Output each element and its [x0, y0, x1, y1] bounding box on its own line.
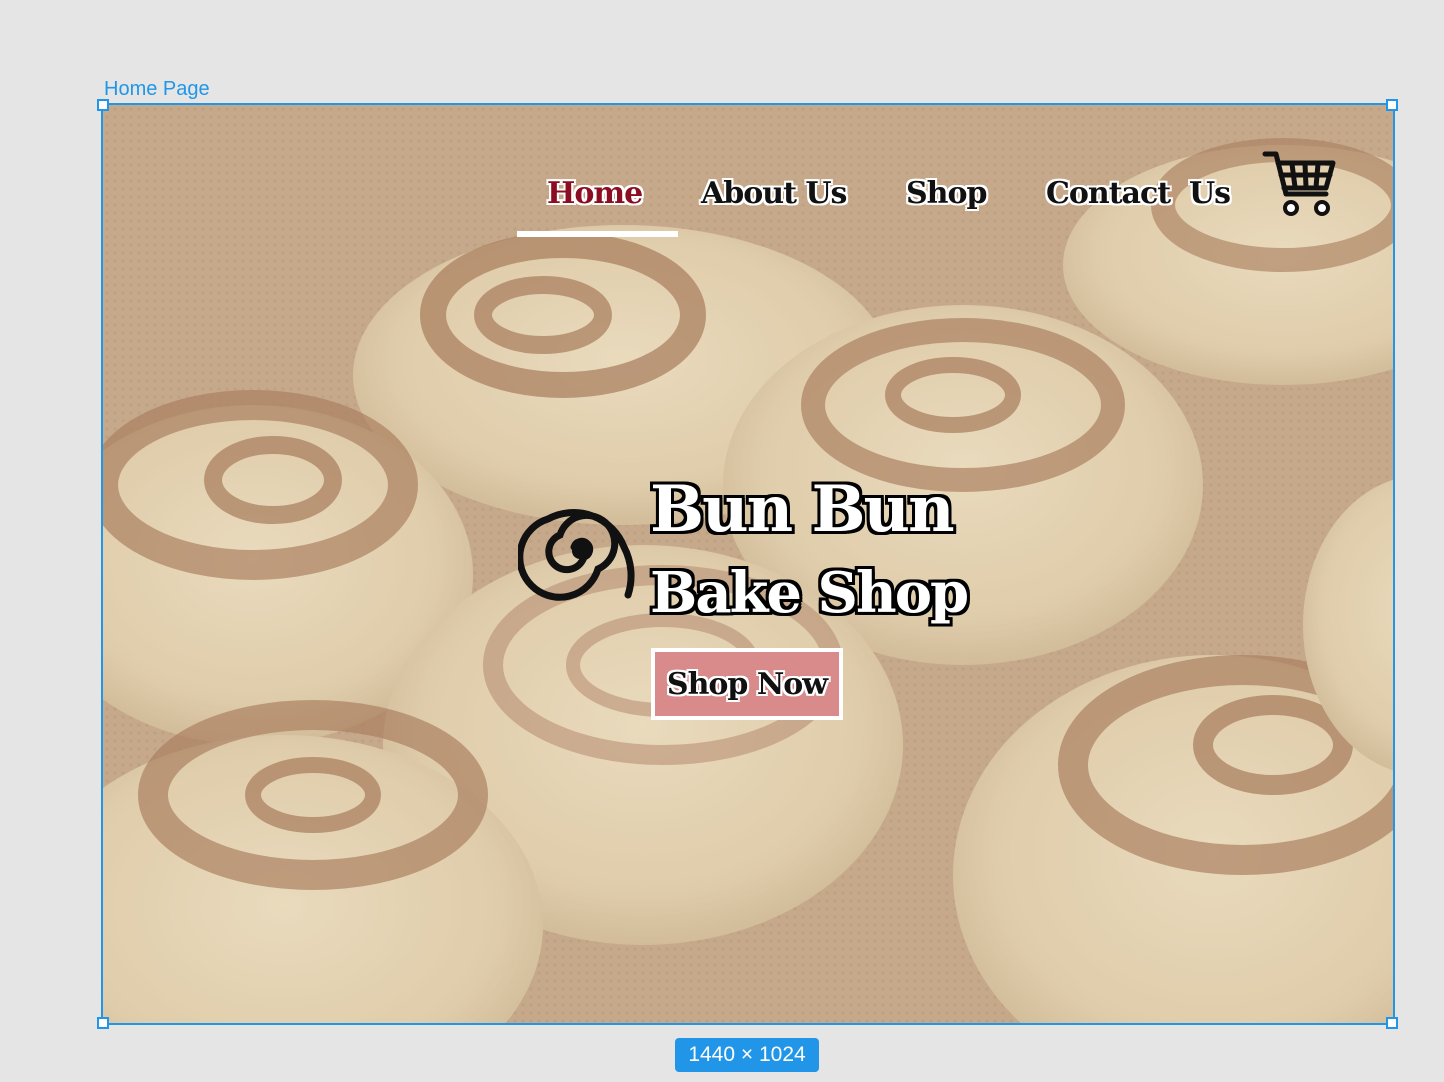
- selection-handle-bottom-right[interactable]: [1386, 1017, 1398, 1029]
- nav-item-about-us[interactable]: About Us: [701, 176, 847, 211]
- shopping-cart-icon[interactable]: [1262, 150, 1338, 218]
- brand-name-line-1: Bun Bun: [650, 472, 955, 547]
- selection-handle-top-left[interactable]: [97, 99, 109, 111]
- selection-handle-top-right[interactable]: [1386, 99, 1398, 111]
- brand-name-line-2: Bake Shop: [650, 560, 969, 626]
- shop-now-button[interactable]: Shop Now: [651, 648, 843, 720]
- spiral-icon: [518, 509, 635, 601]
- shop-now-label: Shop Now: [666, 666, 828, 702]
- nav-item-home[interactable]: Home: [547, 176, 643, 211]
- nav-item-shop[interactable]: Shop: [906, 176, 987, 211]
- frame-size-badge: 1440 × 1024: [675, 1038, 819, 1072]
- nav-item-contact-us[interactable]: Contact Us: [1046, 176, 1231, 211]
- selection-handle-bottom-left[interactable]: [97, 1017, 109, 1029]
- frame-label[interactable]: Home Page: [104, 78, 210, 101]
- nav-active-indicator: [517, 231, 678, 237]
